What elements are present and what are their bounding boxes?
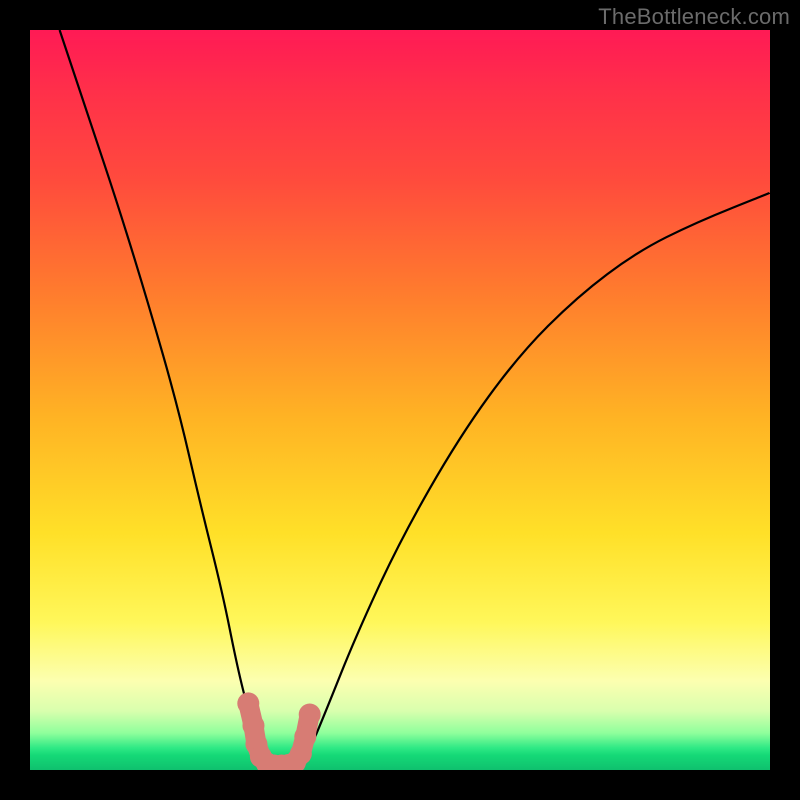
left-curve-path xyxy=(60,30,271,766)
chart-frame: TheBottleneck.com xyxy=(0,0,800,800)
watermark-text: TheBottleneck.com xyxy=(598,4,790,30)
marker-dot xyxy=(294,726,316,748)
marker-dot xyxy=(237,692,259,714)
marker-dot xyxy=(299,704,321,726)
chart-svg xyxy=(30,30,770,770)
plot-area xyxy=(30,30,770,770)
marker-dot xyxy=(242,715,264,737)
right-curve-path xyxy=(296,193,770,766)
